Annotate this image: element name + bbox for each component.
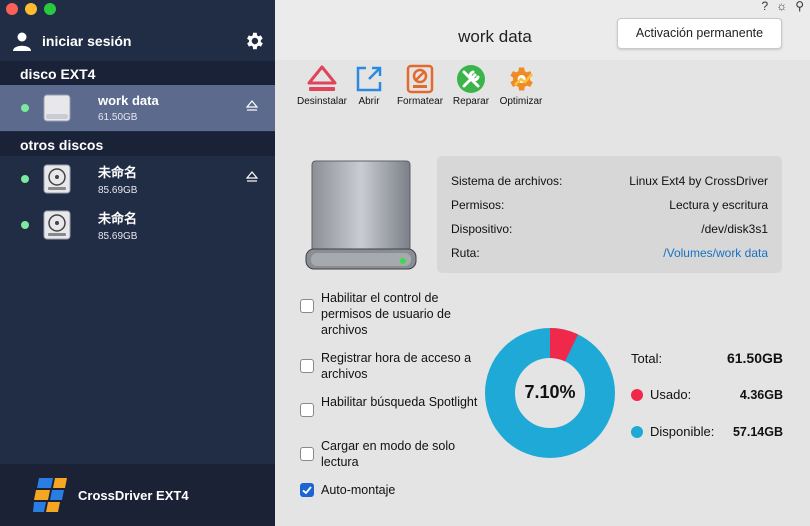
hard-disk-icon xyxy=(43,164,71,194)
free-color-dot xyxy=(631,425,643,438)
sidebar: iniciar sesión disco EXT4 work data 61.5… xyxy=(0,0,275,526)
used-label: Usado: xyxy=(650,387,692,402)
option-spotlight[interactable]: Habilitar búsqueda Spotlight xyxy=(300,394,481,417)
option-read-only[interactable]: Cargar en modo de solo lectura xyxy=(300,438,481,470)
repair-button[interactable]: Reparar xyxy=(451,63,491,107)
gear-icon[interactable] xyxy=(243,30,265,52)
eject-icon xyxy=(307,65,337,91)
repair-icon xyxy=(457,65,485,93)
info-value: Lectura y escritura xyxy=(669,198,768,212)
section-other-disks: otros discos xyxy=(0,132,275,156)
open-external-icon xyxy=(356,66,382,92)
disk-item-unnamed-2[interactable]: 未命名 85.69GB xyxy=(0,202,275,248)
disk-item-unnamed-1[interactable]: 未命名 85.69GB xyxy=(0,156,275,202)
disk-item-work-data[interactable]: work data 61.50GB xyxy=(0,85,275,131)
disk-size: 61.50GB xyxy=(98,112,138,123)
disk-name: 未命名 xyxy=(98,165,138,180)
path-link[interactable]: /Volumes/work data xyxy=(663,246,768,260)
total-value: 61.50GB xyxy=(726,350,783,366)
permanent-activation-button[interactable]: Activación permanente xyxy=(617,18,782,49)
external-drive-icon xyxy=(43,94,71,122)
format-button[interactable]: Formatear xyxy=(389,63,451,107)
info-key: Sistema de archivos: xyxy=(451,174,563,188)
mounted-status-dot xyxy=(21,104,29,112)
disk-size: 85.69GB xyxy=(98,185,138,196)
window-header: work data Activación permanente ? ☼ ⚲ xyxy=(275,0,810,60)
tool-label: Formatear xyxy=(396,96,444,107)
brand-name: CrossDriver EXT4 xyxy=(78,487,189,503)
login-label[interactable]: iniciar sesión xyxy=(42,33,131,49)
info-key: Ruta: xyxy=(451,246,480,260)
checkbox[interactable] xyxy=(300,359,314,373)
tool-label: Abrir xyxy=(358,96,380,107)
checkbox[interactable] xyxy=(300,403,314,417)
option-label: Habilitar búsqueda Spotlight xyxy=(321,395,478,409)
eject-icon[interactable] xyxy=(246,171,258,183)
info-row-device: Dispositivo: /dev/disk3s1 xyxy=(451,222,768,236)
tool-label: Reparar xyxy=(452,96,490,107)
close-window-button[interactable] xyxy=(6,3,18,15)
user-icon xyxy=(13,32,31,51)
disk-name: work data xyxy=(98,93,159,108)
option-access-time[interactable]: Registrar hora de acceso a archivos xyxy=(300,350,481,382)
open-button[interactable]: Abrir xyxy=(349,63,389,107)
info-value: /dev/disk3s1 xyxy=(701,222,768,236)
total-capacity: Total: 61.50GB xyxy=(631,350,783,366)
info-row-filesystem: Sistema de archivos: Linux Ext4 by Cross… xyxy=(451,174,768,188)
external-drive-illustration xyxy=(305,160,417,270)
disk-info-card: Sistema de archivos: Linux Ext4 by Cross… xyxy=(437,156,782,273)
option-label: Registrar hora de acceso a archivos xyxy=(321,351,472,381)
info-row-permissions: Permisos: Lectura y escritura xyxy=(451,198,768,212)
total-label: Total: xyxy=(631,350,663,366)
info-row-path: Ruta: /Volumes/work data xyxy=(451,246,768,260)
info-value: Linux Ext4 by CrossDriver xyxy=(629,174,768,188)
info-key: Dispositivo: xyxy=(451,222,513,236)
option-permission-control[interactable]: Habilitar el control de permisos de usua… xyxy=(300,290,481,338)
used-color-dot xyxy=(631,388,643,401)
uninstall-button[interactable]: Desinstalar xyxy=(295,63,349,107)
checkbox-checked[interactable] xyxy=(300,483,314,497)
checkmark-icon xyxy=(302,486,312,495)
tool-label: Desinstalar xyxy=(296,96,348,107)
pin-icon[interactable]: ⚲ xyxy=(795,0,804,13)
hard-disk-icon xyxy=(43,210,71,240)
option-label: Cargar en modo de solo lectura xyxy=(321,439,456,469)
minimize-window-button[interactable] xyxy=(25,3,37,15)
optimize-icon xyxy=(510,67,533,91)
disk-name: 未命名 xyxy=(98,211,138,226)
login-row[interactable]: iniciar sesión xyxy=(12,28,265,54)
option-label: Auto-montaje xyxy=(321,483,396,497)
eject-icon[interactable] xyxy=(246,100,258,112)
help-icon[interactable]: ? xyxy=(762,0,769,13)
mounted-status-dot xyxy=(21,221,29,229)
tool-label: Optimizar xyxy=(499,96,543,107)
disk-size: 85.69GB xyxy=(98,231,138,242)
window-controls xyxy=(6,3,56,15)
checkbox[interactable] xyxy=(300,299,314,313)
free-value: 57.14GB xyxy=(732,424,783,439)
optimize-button[interactable]: Optimizar xyxy=(491,63,551,107)
zoom-window-button[interactable] xyxy=(44,3,56,15)
section-ext4-disks: disco EXT4 xyxy=(0,61,275,85)
option-label: Habilitar el control de permisos de usua… xyxy=(321,291,451,337)
free-space: Disponible: 57.14GB xyxy=(631,424,783,439)
checkbox[interactable] xyxy=(300,447,314,461)
format-icon xyxy=(406,64,434,94)
sidebar-footer: CrossDriver EXT4 xyxy=(0,464,275,526)
used-space: Usado: 4.36GB xyxy=(631,387,783,402)
toolbar: Desinstalar Abrir Formatear Reparar Opti… xyxy=(295,63,551,107)
free-label: Disponible: xyxy=(650,424,715,439)
used-value: 4.36GB xyxy=(739,387,783,402)
usage-percent: 7.10% xyxy=(524,382,576,402)
crossdriver-logo-icon xyxy=(33,478,67,512)
mounted-status-dot xyxy=(21,175,29,183)
brightness-icon[interactable]: ☼ xyxy=(776,0,787,13)
option-auto-mount[interactable]: Auto-montaje xyxy=(300,482,481,498)
info-key: Permisos: xyxy=(451,198,505,212)
